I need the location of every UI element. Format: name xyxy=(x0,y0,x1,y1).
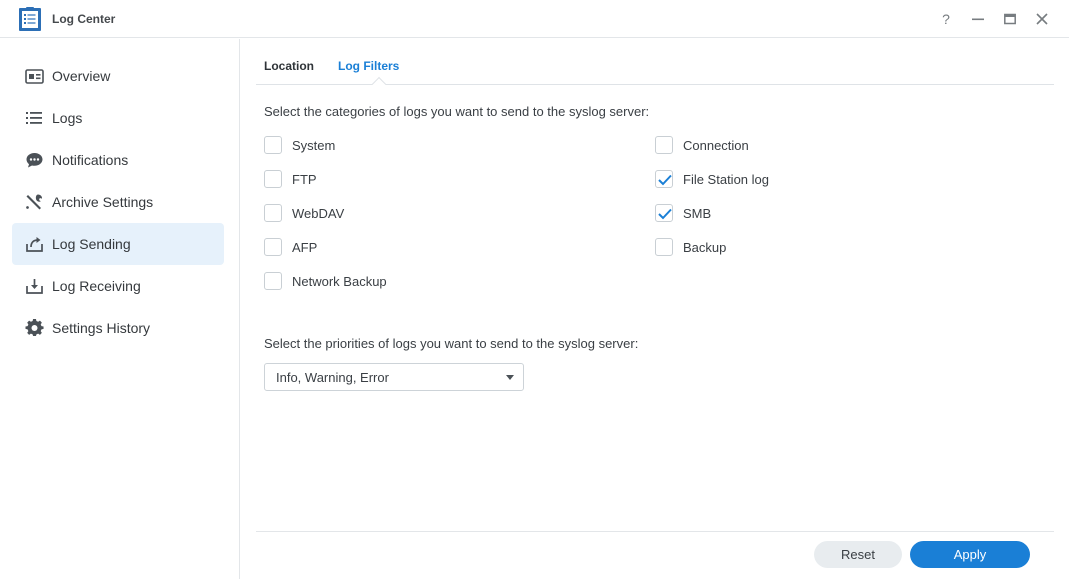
sidebar: Overview Logs Notifications Archive Sett… xyxy=(0,39,240,579)
sidebar-item-notifications[interactable]: Notifications xyxy=(12,139,224,181)
help-icon: ? xyxy=(942,11,950,27)
checkbox-box[interactable] xyxy=(655,170,673,188)
sidebar-item-label: Notifications xyxy=(52,152,129,168)
minimize-icon xyxy=(972,18,984,21)
main-content: Location Log Filters Select the categori… xyxy=(241,39,1069,579)
sidebar-item-label: Archive Settings xyxy=(52,194,154,210)
overview-card-icon xyxy=(25,69,44,84)
checkbox-box[interactable] xyxy=(264,204,282,222)
checkbox-label: File Station log xyxy=(683,172,769,187)
apply-button[interactable]: Apply xyxy=(910,541,1030,568)
priority-select[interactable]: Info, Warning, Error xyxy=(264,363,524,391)
maximize-icon xyxy=(1004,13,1016,25)
sidebar-item-log-sending[interactable]: Log Sending xyxy=(12,223,224,265)
checkbox-label: System xyxy=(292,138,336,153)
caret-down-icon xyxy=(506,375,514,380)
checkbox-box[interactable] xyxy=(264,170,282,188)
tab-log-filters[interactable]: Log Filters xyxy=(338,59,399,73)
sidebar-item-archive-settings[interactable]: Archive Settings xyxy=(12,181,224,223)
checkbox-box[interactable] xyxy=(655,238,673,256)
title-bar: Log Center ? xyxy=(0,0,1069,38)
close-button[interactable] xyxy=(1033,10,1051,28)
upload-tray-icon xyxy=(26,237,43,252)
checkbox-label: Connection xyxy=(683,138,749,153)
checkbox-label: AFP xyxy=(292,240,318,255)
sidebar-item-label: Overview xyxy=(52,68,111,84)
tab-location[interactable]: Location xyxy=(264,59,314,73)
priorities-description: Select the priorities of logs you want t… xyxy=(264,336,639,351)
minimize-button[interactable] xyxy=(969,10,987,28)
checkbox-label: SMB xyxy=(683,206,712,221)
reset-button[interactable]: Reset xyxy=(814,541,902,568)
checkbox-box[interactable] xyxy=(264,136,282,154)
checkbox-label: Network Backup xyxy=(292,274,387,289)
sidebar-item-label: Logs xyxy=(52,110,83,126)
checkmark-icon xyxy=(658,174,672,186)
categories-description: Select the categories of logs you want t… xyxy=(264,104,650,119)
sidebar-item-settings-history[interactable]: Settings History xyxy=(12,307,224,349)
chat-bubble-icon xyxy=(26,153,43,168)
footer-divider xyxy=(256,531,1054,532)
log-center-app-icon xyxy=(18,6,42,32)
priority-select-value: Info, Warning, Error xyxy=(276,370,389,385)
sidebar-item-label: Log Sending xyxy=(52,236,131,252)
checkbox-label: WebDAV xyxy=(292,206,345,221)
maximize-button[interactable] xyxy=(1001,10,1019,28)
list-icon xyxy=(26,112,42,124)
window-title: Log Center xyxy=(52,12,116,26)
checkbox-box[interactable] xyxy=(264,238,282,256)
sidebar-item-logs[interactable]: Logs xyxy=(12,97,224,139)
checkmark-icon xyxy=(658,208,672,220)
tab-bar: Location Log Filters xyxy=(256,39,1054,92)
checkbox-box[interactable] xyxy=(264,272,282,290)
active-tab-indicator xyxy=(371,76,387,92)
sidebar-item-label: Settings History xyxy=(52,320,151,336)
sidebar-item-log-receiving[interactable]: Log Receiving xyxy=(12,265,224,307)
close-icon xyxy=(1036,13,1048,25)
checkbox-box[interactable] xyxy=(655,136,673,154)
gear-icon xyxy=(25,319,44,337)
checkbox-label: FTP xyxy=(292,172,317,187)
sidebar-item-overview[interactable]: Overview xyxy=(12,55,224,97)
download-tray-icon xyxy=(26,279,43,294)
checkbox-label: Backup xyxy=(683,240,727,255)
sidebar-item-label: Log Receiving xyxy=(52,278,141,294)
checkbox-box[interactable] xyxy=(655,204,673,222)
tools-icon xyxy=(26,194,43,210)
help-button[interactable]: ? xyxy=(937,10,955,28)
